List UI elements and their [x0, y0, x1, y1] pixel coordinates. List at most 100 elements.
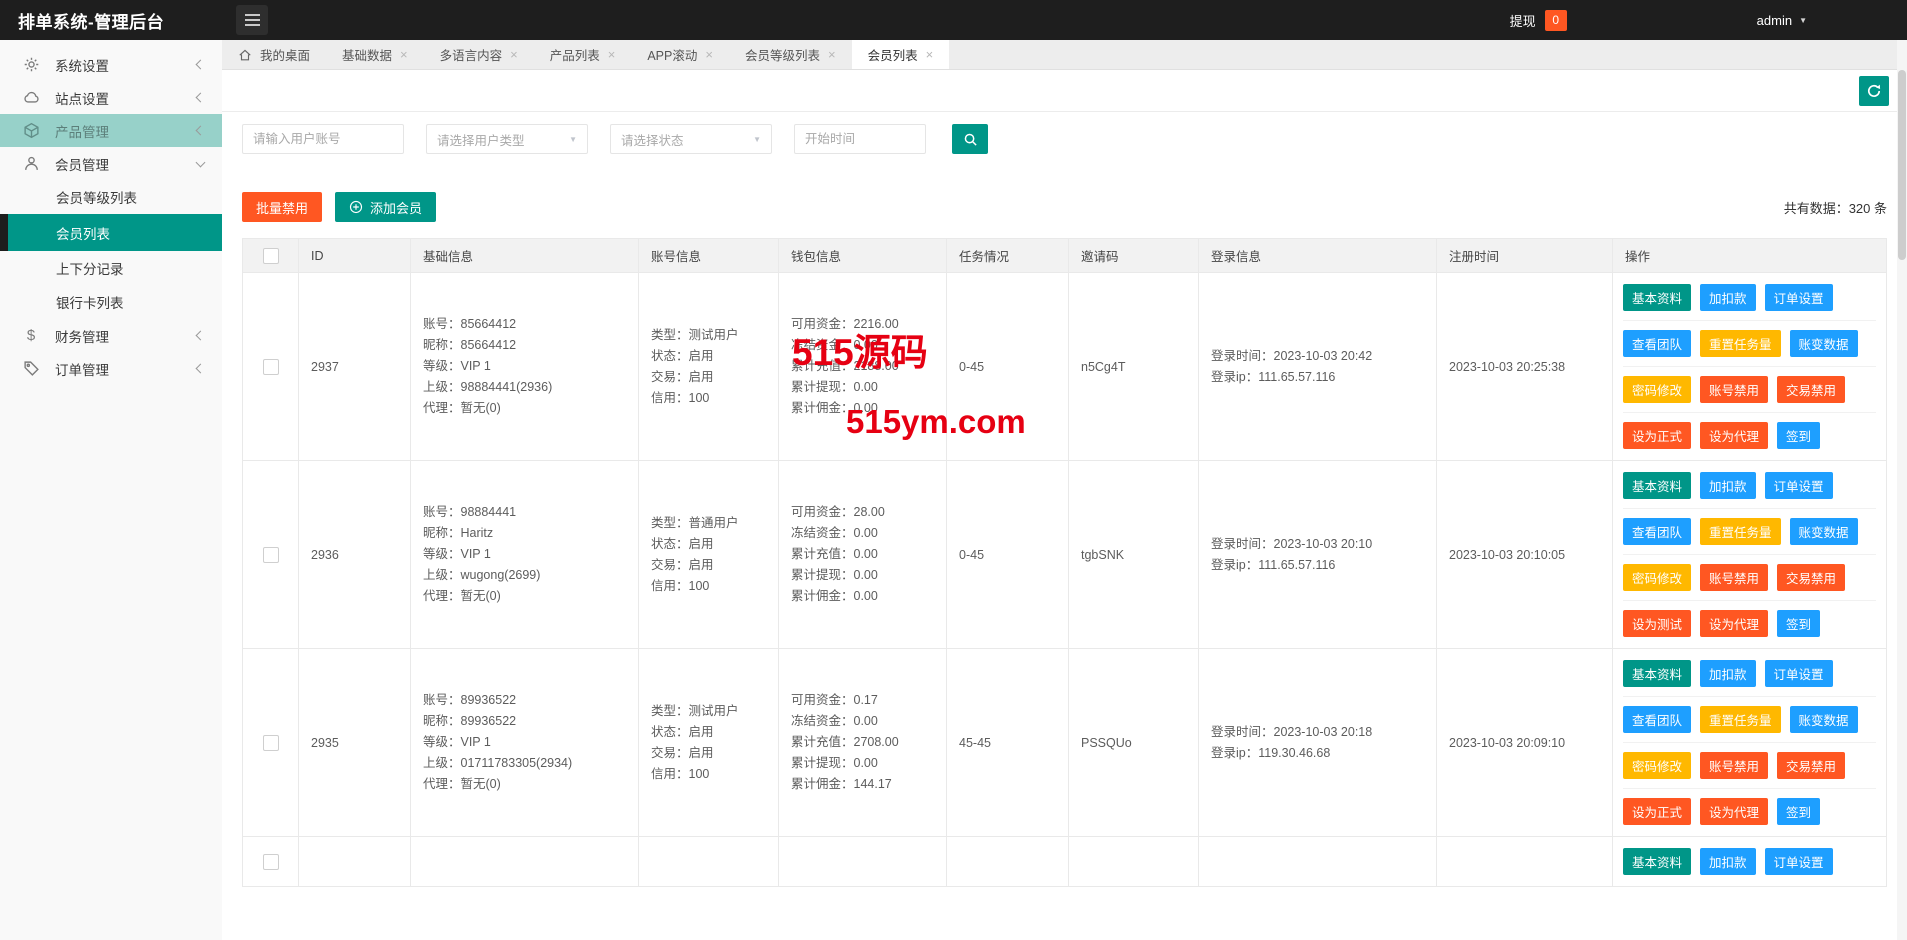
select-all-checkbox[interactable] — [263, 248, 279, 264]
sidebar-item-site-settings[interactable]: 站点设置 — [0, 81, 222, 114]
row-checkbox[interactable] — [263, 547, 279, 563]
login-info: 登录时间：2023-10-03 20:42登录ip：111.65.57.116 — [1199, 273, 1437, 461]
add-member-button[interactable]: 添加会员 — [335, 192, 436, 222]
sidebar-item-member-levels[interactable]: 会员等级列表 — [0, 180, 222, 214]
operations-cell: 基本资料加扣款订单设置查看团队重置任务量账变数据密码修改账号禁用交易禁用设为正式… — [1613, 649, 1887, 837]
action-button[interactable]: 加扣款 — [1700, 472, 1756, 499]
sidebar-item-score-records[interactable]: 上下分记录 — [0, 251, 222, 285]
cloud-icon — [22, 89, 40, 107]
action-button[interactable]: 查看团队 — [1623, 518, 1691, 545]
basic-info-line: 账号：89936522 — [423, 690, 626, 711]
withdraw-link[interactable]: 提现 0 — [1510, 10, 1567, 31]
action-button[interactable]: 订单设置 — [1765, 472, 1833, 499]
account-info: 类型：测试用户状态：启用交易：启用信用：100 — [639, 273, 779, 461]
sidebar-item-bank-cards[interactable]: 银行卡列表 — [0, 285, 222, 319]
operations-cell: 基本资料加扣款订单设置查看团队重置任务量账变数据密码修改账号禁用交易禁用设为正式… — [1613, 273, 1887, 461]
action-button[interactable]: 签到 — [1777, 798, 1820, 825]
close-icon[interactable]: × — [510, 48, 518, 61]
close-icon[interactable]: × — [705, 48, 713, 61]
action-button[interactable]: 重置任务量 — [1700, 330, 1781, 357]
batch-disable-button[interactable]: 批量禁用 — [242, 192, 322, 222]
basic-info-line: 账号：85664412 — [423, 314, 626, 335]
action-button[interactable]: 密码修改 — [1623, 376, 1691, 403]
tab-basic-data[interactable]: 基础数据× — [326, 40, 424, 69]
chevron-left-icon — [196, 60, 206, 70]
action-button[interactable]: 设为代理 — [1700, 610, 1768, 637]
action-button[interactable]: 设为测试 — [1623, 610, 1691, 637]
action-button[interactable]: 订单设置 — [1765, 848, 1833, 875]
search-button[interactable] — [952, 124, 988, 154]
action-button[interactable]: 重置任务量 — [1700, 706, 1781, 733]
close-icon[interactable]: × — [400, 48, 408, 61]
tab-member-levels[interactable]: 会员等级列表× — [729, 40, 852, 69]
action-button[interactable]: 查看团队 — [1623, 330, 1691, 357]
basic-info: 账号：89936522昵称：89936522等级：VIP 1上级：0171178… — [411, 649, 639, 837]
sidebar-item-product-management[interactable]: 产品管理 — [0, 114, 222, 147]
user-menu[interactable]: admin ▼ — [1757, 13, 1807, 28]
row-checkbox[interactable] — [263, 735, 279, 751]
task-status — [947, 837, 1069, 887]
register-time: 2023-10-03 20:25:38 — [1437, 273, 1613, 461]
action-button[interactable]: 基本资料 — [1623, 660, 1691, 687]
sidebar-item-system-settings[interactable]: 系统设置 — [0, 48, 222, 81]
action-button[interactable]: 订单设置 — [1765, 284, 1833, 311]
action-button[interactable]: 签到 — [1777, 422, 1820, 449]
action-button[interactable]: 加扣款 — [1700, 284, 1756, 311]
action-button[interactable]: 设为正式 — [1623, 798, 1691, 825]
account-search-input[interactable] — [242, 124, 404, 154]
action-button[interactable]: 账变数据 — [1790, 330, 1858, 357]
close-icon[interactable]: × — [608, 48, 616, 61]
user-type-select[interactable]: 请选择用户类型 ▼ — [426, 124, 588, 154]
close-icon[interactable]: × — [926, 48, 934, 61]
hamburger-menu-icon[interactable] — [236, 5, 268, 35]
action-button[interactable]: 密码修改 — [1623, 564, 1691, 591]
action-button[interactable]: 设为代理 — [1700, 422, 1768, 449]
wallet-info-line: 累计充值：2188.00 — [791, 356, 934, 377]
action-button[interactable]: 基本资料 — [1623, 472, 1691, 499]
action-button[interactable]: 查看团队 — [1623, 706, 1691, 733]
operations-line: 密码修改账号禁用交易禁用 — [1623, 555, 1876, 601]
account-info-line: 交易：启用 — [651, 555, 766, 576]
row-checkbox[interactable] — [263, 359, 279, 375]
sidebar-item-finance-management[interactable]: $财务管理 — [0, 319, 222, 352]
start-time-input[interactable] — [794, 124, 926, 154]
register-time: 2023-10-03 20:10:05 — [1437, 461, 1613, 649]
chevron-down-icon: ▼ — [1799, 16, 1807, 25]
action-button[interactable]: 加扣款 — [1700, 848, 1756, 875]
tab-member-list[interactable]: 会员列表× — [852, 40, 950, 69]
action-button[interactable]: 基本资料 — [1623, 284, 1691, 311]
action-button[interactable]: 重置任务量 — [1700, 518, 1781, 545]
action-button[interactable]: 账变数据 — [1790, 518, 1858, 545]
action-button[interactable]: 账号禁用 — [1700, 376, 1768, 403]
sidebar-item-order-management[interactable]: 订单管理 — [0, 352, 222, 385]
refresh-icon — [1866, 83, 1882, 99]
close-icon[interactable]: × — [828, 48, 836, 61]
refresh-button[interactable] — [1859, 76, 1889, 106]
tab-product-list[interactable]: 产品列表× — [534, 40, 632, 69]
basic-info-line: 上级：98884441(2936) — [423, 377, 626, 398]
action-button[interactable]: 设为代理 — [1700, 798, 1768, 825]
home-icon — [238, 48, 252, 62]
scrollbar-thumb[interactable] — [1898, 70, 1906, 260]
status-select[interactable]: 请选择状态 ▼ — [610, 124, 772, 154]
tab-multilang[interactable]: 多语言内容× — [424, 40, 534, 69]
sidebar-item-member-list[interactable]: 会员列表 — [0, 214, 222, 251]
action-button[interactable]: 订单设置 — [1765, 660, 1833, 687]
action-button[interactable]: 账变数据 — [1790, 706, 1858, 733]
tab-desktop[interactable]: 我的桌面 — [222, 40, 326, 69]
action-button[interactable]: 签到 — [1777, 610, 1820, 637]
action-button[interactable]: 交易禁用 — [1777, 376, 1845, 403]
action-button[interactable]: 交易禁用 — [1777, 564, 1845, 591]
action-button[interactable]: 设为正式 — [1623, 422, 1691, 449]
row-checkbox[interactable] — [263, 854, 279, 870]
basic-info — [411, 837, 639, 887]
action-button[interactable]: 账号禁用 — [1700, 564, 1768, 591]
sidebar-item-member-management[interactable]: 会员管理 — [0, 147, 222, 180]
action-button[interactable]: 基本资料 — [1623, 848, 1691, 875]
action-button[interactable]: 账号禁用 — [1700, 752, 1768, 779]
action-button[interactable]: 密码修改 — [1623, 752, 1691, 779]
action-button[interactable]: 加扣款 — [1700, 660, 1756, 687]
action-button[interactable]: 交易禁用 — [1777, 752, 1845, 779]
tab-app-scroll[interactable]: APP滚动× — [631, 40, 729, 69]
tab-bar: 我的桌面基础数据×多语言内容×产品列表×APP滚动×会员等级列表×会员列表× — [222, 40, 1907, 70]
